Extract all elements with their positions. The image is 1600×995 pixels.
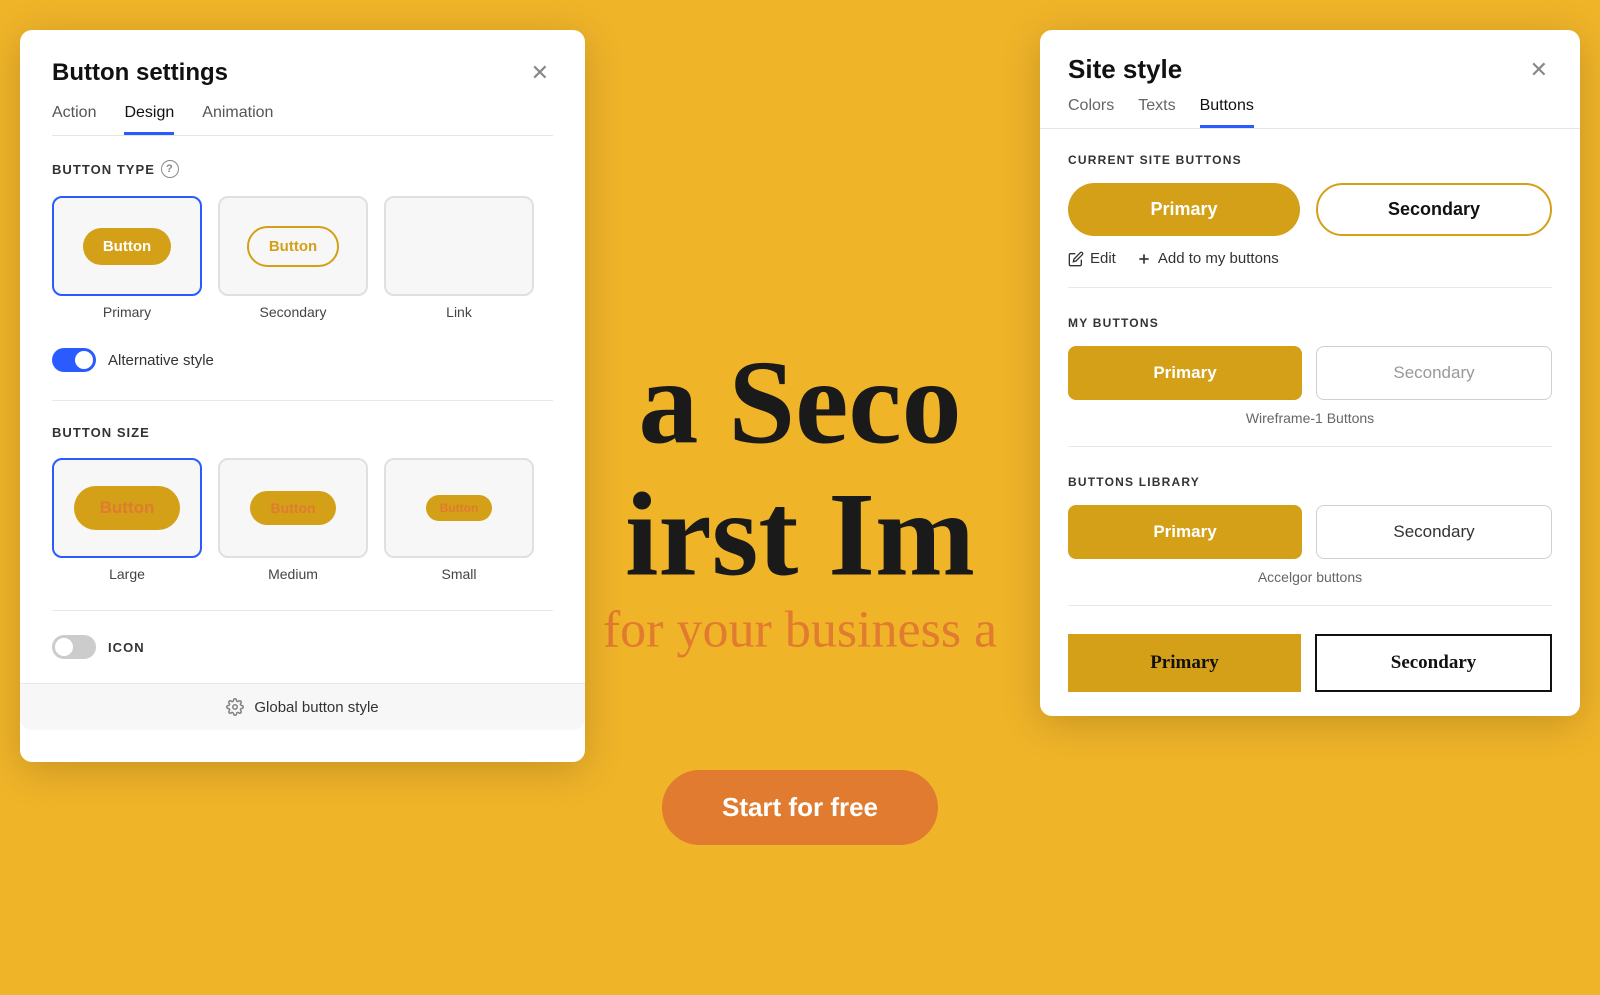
btn-type-link[interactable]: Link bbox=[384, 196, 534, 320]
btn-type-secondary-label: Secondary bbox=[260, 304, 327, 320]
my-secondary-button[interactable]: Secondary bbox=[1316, 346, 1552, 400]
edit-add-row: Edit Add to my buttons bbox=[1068, 250, 1552, 288]
wireframe-name: Wireframe-1 Buttons bbox=[1068, 410, 1552, 447]
btn-size-medium-box[interactable]: Button bbox=[218, 458, 368, 558]
panel-title: Button settings bbox=[52, 59, 228, 87]
alternative-style-row: Alternative style bbox=[52, 348, 553, 372]
current-secondary-button[interactable]: Secondary bbox=[1316, 183, 1552, 236]
btn-size-small-label: Small bbox=[441, 566, 476, 582]
tab-buttons[interactable]: Buttons bbox=[1200, 97, 1254, 128]
divider-2 bbox=[52, 610, 553, 611]
right-panel-header: Site style ✕ bbox=[1040, 30, 1580, 85]
btn-size-small[interactable]: Button Small bbox=[384, 458, 534, 582]
inner-secondary-btn: Button bbox=[247, 226, 339, 267]
button-type-label: BUTTON TYPE ? bbox=[52, 160, 553, 178]
serif-buttons-row: Primary Secondary bbox=[1068, 634, 1552, 692]
lib-primary-button[interactable]: Primary bbox=[1068, 505, 1302, 559]
inner-medium-btn: Button bbox=[250, 491, 335, 525]
add-to-my-buttons-button[interactable]: Add to my buttons bbox=[1136, 250, 1279, 267]
accelgor-name: Accelgor buttons bbox=[1068, 569, 1552, 606]
btn-size-medium[interactable]: Button Medium bbox=[218, 458, 368, 582]
tab-texts[interactable]: Texts bbox=[1138, 97, 1175, 128]
headline-text: a Seco bbox=[603, 336, 997, 468]
btn-size-large-label: Large bbox=[109, 566, 145, 582]
btn-type-link-label: Link bbox=[446, 304, 472, 320]
btn-type-primary[interactable]: Button Primary bbox=[52, 196, 202, 320]
btn-type-primary-label: Primary bbox=[103, 304, 151, 320]
gear-icon bbox=[226, 698, 244, 716]
serif-primary-button[interactable]: Primary bbox=[1068, 634, 1301, 692]
close-button[interactable]: ✕ bbox=[527, 58, 553, 88]
edit-button[interactable]: Edit bbox=[1068, 250, 1116, 267]
current-site-buttons-heading: CURRENT SITE BUTTONS bbox=[1068, 153, 1552, 167]
sub-text: for your business a bbox=[603, 600, 997, 659]
background-text: a Seco irst Im for your business a bbox=[603, 336, 997, 659]
my-buttons-heading: MY BUTTONS bbox=[1068, 316, 1552, 330]
tab-colors[interactable]: Colors bbox=[1068, 97, 1114, 128]
tab-bar: Action Design Animation bbox=[52, 104, 553, 136]
button-settings-panel: Button settings ✕ Action Design Animatio… bbox=[20, 30, 585, 762]
button-size-grid: Button Large Button Medium Button Small bbox=[52, 458, 553, 582]
inner-primary-btn: Button bbox=[83, 228, 171, 265]
global-button-style-button[interactable]: Global button style bbox=[20, 683, 585, 730]
btn-type-secondary-box[interactable]: Button bbox=[218, 196, 368, 296]
btn-type-primary-box[interactable]: Button bbox=[52, 196, 202, 296]
alternative-style-label: Alternative style bbox=[108, 352, 214, 369]
right-panel-title: Site style bbox=[1068, 54, 1182, 85]
tab-animation[interactable]: Animation bbox=[202, 104, 273, 135]
right-panel-close-button[interactable]: ✕ bbox=[1526, 55, 1552, 85]
buttons-library-heading: BUTTONS LIBRARY bbox=[1068, 475, 1552, 489]
tab-action[interactable]: Action bbox=[52, 104, 96, 135]
lib-buttons-row: Primary Secondary bbox=[1068, 505, 1552, 559]
inner-large-btn: Button bbox=[74, 486, 181, 530]
start-free-button[interactable]: Start for free bbox=[662, 770, 938, 845]
panel-header: Button settings ✕ bbox=[52, 58, 553, 88]
tab-design[interactable]: Design bbox=[124, 104, 174, 135]
serif-secondary-button[interactable]: Secondary bbox=[1315, 634, 1552, 692]
alternative-style-toggle[interactable] bbox=[52, 348, 96, 372]
btn-size-large[interactable]: Button Large bbox=[52, 458, 202, 582]
right-panel-tab-bar: Colors Texts Buttons bbox=[1040, 97, 1580, 129]
current-buttons-row: Primary Secondary bbox=[1068, 183, 1552, 236]
my-buttons-row: Primary Secondary bbox=[1068, 346, 1552, 400]
btn-size-small-box[interactable]: Button bbox=[384, 458, 534, 558]
icon-toggle[interactable] bbox=[52, 635, 96, 659]
headline-text-2: irst Im bbox=[603, 468, 997, 600]
global-btn-label: Global button style bbox=[254, 699, 378, 716]
current-primary-button[interactable]: Primary bbox=[1068, 183, 1300, 236]
icon-row: ICON bbox=[52, 635, 553, 659]
btn-type-secondary[interactable]: Button Secondary bbox=[218, 196, 368, 320]
my-primary-button[interactable]: Primary bbox=[1068, 346, 1302, 400]
site-style-panel: Site style ✕ Colors Texts Buttons CURREN… bbox=[1040, 30, 1580, 716]
plus-icon bbox=[1136, 251, 1152, 267]
btn-type-link-box[interactable] bbox=[384, 196, 534, 296]
help-icon[interactable]: ? bbox=[161, 160, 179, 178]
icon-label: ICON bbox=[108, 640, 145, 655]
button-type-grid: Button Primary Button Secondary Link bbox=[52, 196, 553, 320]
divider-1 bbox=[52, 400, 553, 401]
inner-small-btn: Button bbox=[426, 495, 493, 521]
btn-size-medium-label: Medium bbox=[268, 566, 318, 582]
button-size-label: BUTTON SIZE bbox=[52, 425, 553, 440]
edit-icon bbox=[1068, 251, 1084, 267]
right-panel-body: CURRENT SITE BUTTONS Primary Secondary E… bbox=[1040, 129, 1580, 716]
btn-size-large-box[interactable]: Button bbox=[52, 458, 202, 558]
lib-secondary-button[interactable]: Secondary bbox=[1316, 505, 1552, 559]
